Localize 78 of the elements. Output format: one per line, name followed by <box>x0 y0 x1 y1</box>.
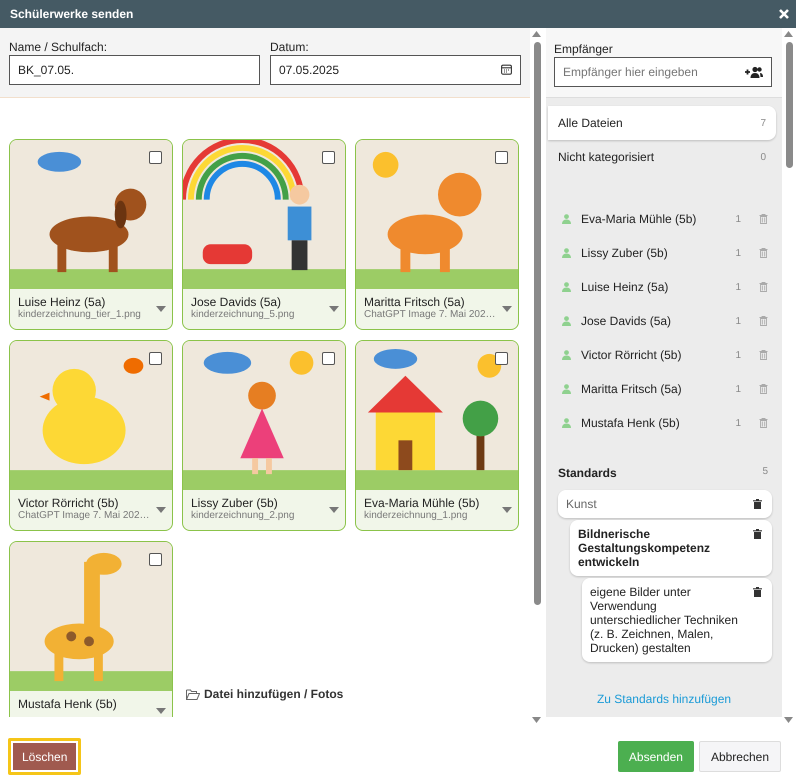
caret-icon[interactable] <box>502 507 512 513</box>
student-item[interactable]: Lissy Zuber (5b) <box>581 244 736 262</box>
section-title: Standards <box>558 465 617 482</box>
person-icon <box>562 350 571 360</box>
add-people-icon[interactable] <box>745 66 763 78</box>
student-name: Maritta Fritsch (5a) <box>364 295 466 309</box>
trash-icon[interactable] <box>753 499 762 509</box>
count: 1 <box>735 348 741 362</box>
person-icon <box>562 384 571 394</box>
file-name: kinderzeichnung_1.png <box>364 510 468 522</box>
student-name: Victor Rörricht (5b) <box>18 496 120 510</box>
file-name: kinderzeichnung_tier_1.png <box>18 309 142 321</box>
checkbox[interactable] <box>149 151 162 164</box>
count: 1 <box>735 314 741 328</box>
caret-icon[interactable] <box>502 306 512 312</box>
delete-button[interactable]: Löschen <box>8 738 82 775</box>
person-icon <box>562 248 571 258</box>
scroll-thumb[interactable] <box>534 42 541 605</box>
file-name: kinderzeichnung_2.png <box>191 510 296 522</box>
student-item[interactable]: Victor Rörricht (5b) <box>581 346 736 364</box>
window-title: Schülerwerke senden <box>10 6 134 23</box>
checkbox[interactable] <box>495 352 508 365</box>
cancel-button[interactable]: Abbrechen <box>698 741 781 772</box>
person-icon <box>562 418 571 428</box>
file-name: ChatGPT Image 7. Mai 202… <box>18 510 151 522</box>
count: 1 <box>735 280 741 294</box>
scroll-down-icon[interactable] <box>784 717 793 723</box>
person-icon <box>562 214 571 224</box>
field-label: Name / Schulfach: <box>9 40 108 54</box>
calendar-icon[interactable] <box>501 64 512 75</box>
field-label: Datum: <box>270 40 310 54</box>
field-label: Empfänger <box>554 42 614 56</box>
person-icon <box>562 316 571 326</box>
file-name: kinderzeichnung_5.png <box>191 309 296 321</box>
student-item[interactable]: Luise Heinz (5a) <box>581 278 736 296</box>
close-icon[interactable] <box>779 9 789 19</box>
file-name: ChatGPT Image 7. Mai 202… <box>364 309 497 321</box>
student-item[interactable]: Eva-Maria Mühle (5b) <box>581 210 736 228</box>
add-file-link[interactable]: Datei hinzufügen / Fotos <box>186 685 344 703</box>
scroll-up-icon[interactable] <box>784 31 793 37</box>
trash-icon[interactable] <box>753 587 762 597</box>
standard-item[interactable]: Kunst <box>558 490 772 518</box>
category-item[interactable]: Alle Dateien 7 <box>548 106 776 140</box>
count: 1 <box>735 416 741 430</box>
student-name: Eva-Maria Mühle (5b) <box>364 496 480 510</box>
standard-item[interactable]: Bildnerische Gestaltungskompetenz entwickeln <box>570 520 772 576</box>
caret-icon[interactable] <box>156 306 166 312</box>
count: 1 <box>735 246 741 260</box>
scroll-thumb[interactable] <box>786 42 793 168</box>
checkbox[interactable] <box>149 352 162 365</box>
date-field[interactable]: 07.05.2025 <box>270 55 521 85</box>
trash-icon[interactable] <box>753 529 762 539</box>
person-icon <box>562 282 571 292</box>
recipient-field[interactable]: Empfänger hier eingeben <box>554 57 772 87</box>
standard-item[interactable]: eigene Bilder unter Verwendung unterschiedlicher Techniken (z. B. Zeichnen, Malen, Drucken) gestalten <box>582 578 772 662</box>
name-field[interactable]: BK_07.05. <box>9 55 260 85</box>
student-item[interactable]: Jose Davids (5a) <box>581 312 736 330</box>
checkbox[interactable] <box>149 553 162 566</box>
scroll-down-icon[interactable] <box>532 717 541 723</box>
scroll-up-icon[interactable] <box>532 31 541 37</box>
count: 1 <box>735 382 741 396</box>
count: 5 <box>762 465 768 479</box>
student-name: Jose Davids (5a) <box>191 295 282 309</box>
caret-icon[interactable] <box>156 708 166 714</box>
student-name: Lissy Zuber (5b) <box>191 496 279 510</box>
caret-icon[interactable] <box>329 507 339 513</box>
student-item[interactable]: Maritta Fritsch (5a) <box>581 380 736 398</box>
checkbox[interactable] <box>322 352 335 365</box>
category-item[interactable]: Nicht kategorisiert 0 <box>548 140 776 174</box>
caret-icon[interactable] <box>156 507 166 513</box>
student-item[interactable]: Mustafa Henk (5b) <box>581 414 736 432</box>
checkbox[interactable] <box>495 151 508 164</box>
folder-icon <box>186 688 200 700</box>
checkbox[interactable] <box>322 151 335 164</box>
count: 1 <box>735 212 741 226</box>
caret-icon[interactable] <box>329 306 339 312</box>
student-name: Luise Heinz (5a) <box>18 295 106 309</box>
student-name: Mustafa Henk (5b) <box>18 697 118 711</box>
